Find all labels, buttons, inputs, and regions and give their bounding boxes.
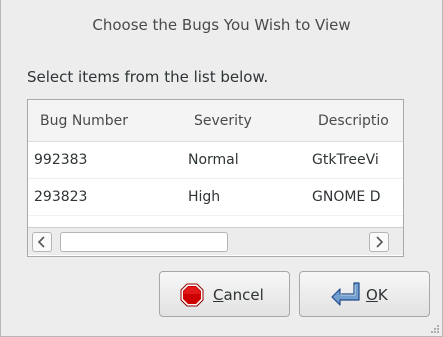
scroll-left-button[interactable] — [32, 232, 52, 252]
cell-severity: High — [188, 189, 221, 205]
cell-bug-number: 992383 — [34, 152, 88, 168]
horizontal-scroll-thumb[interactable] — [60, 232, 228, 252]
column-header-bug-number[interactable]: Bug Number — [40, 113, 128, 129]
cancel-button-label: Cancel — [213, 286, 264, 304]
cell-description: GNOME D — [312, 189, 381, 205]
table-row[interactable]: 293823 High GNOME D — [28, 179, 403, 216]
scroll-right-button[interactable] — [369, 232, 389, 252]
ok-button[interactable]: OK — [299, 271, 430, 317]
cell-severity: Normal — [188, 152, 239, 168]
ok-button-label: OK — [366, 286, 388, 304]
column-header-severity[interactable]: Severity — [194, 113, 252, 129]
ok-mnemonic: O — [366, 286, 378, 304]
table-row[interactable]: 992383 Normal GtkTreeVi — [28, 142, 403, 179]
cancel-mnemonic: C — [213, 286, 224, 304]
bug-list: Bug Number Severity Descriptio 992383 No… — [27, 99, 404, 257]
cell-description: GtkTreeVi — [312, 152, 379, 168]
list-header: Bug Number Severity Descriptio — [28, 100, 403, 142]
ok-label-rest: K — [377, 286, 388, 304]
cancel-button[interactable]: Cancel — [159, 271, 290, 317]
cancel-label-rest: ancel — [223, 286, 264, 304]
column-header-description[interactable]: Descriptio — [318, 113, 389, 129]
vertical-scrollbar[interactable] — [403, 100, 404, 227]
chevron-right-icon — [376, 236, 384, 248]
ok-arrow-icon — [331, 282, 360, 306]
cell-bug-number: 293823 — [34, 189, 88, 205]
dialog: Choose the Bugs You Wish to View Select … — [0, 0, 443, 337]
horizontal-scrollbar[interactable] — [28, 227, 403, 255]
resize-grip-icon[interactable] — [430, 324, 440, 334]
scrollbar-corner — [403, 227, 404, 255]
chevron-left-icon — [37, 236, 45, 248]
dialog-title: Choose the Bugs You Wish to View — [92, 16, 351, 34]
instruction-label: Select items from the list below. — [27, 68, 269, 86]
stop-icon — [180, 283, 204, 307]
